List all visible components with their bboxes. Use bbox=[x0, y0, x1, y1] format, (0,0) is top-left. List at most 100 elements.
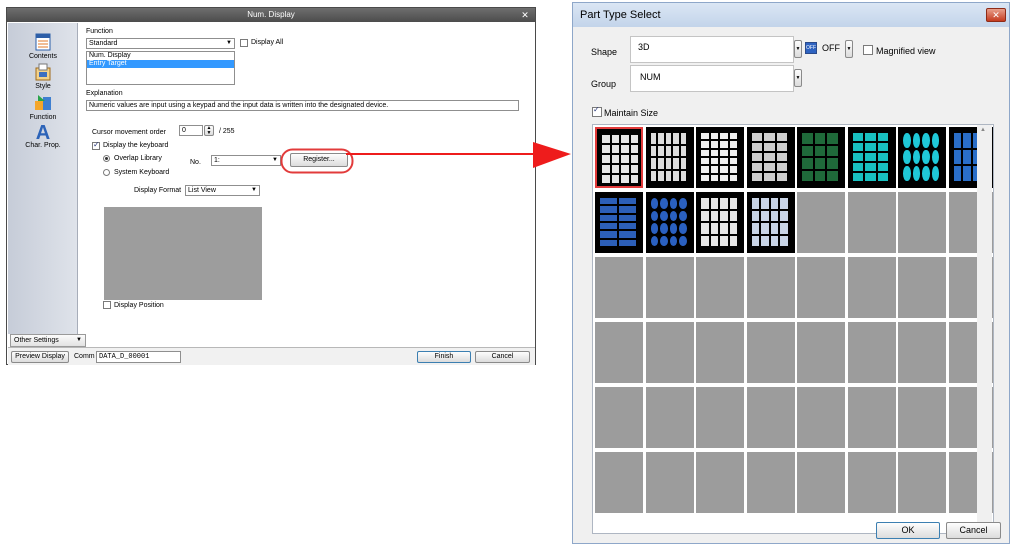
empty-slot[interactable] bbox=[797, 452, 845, 513]
keypad-key-preview bbox=[673, 158, 679, 169]
empty-slot[interactable] bbox=[847, 322, 896, 383]
overlap-library-label: Overlap Library bbox=[114, 155, 162, 162]
display-all-checkbox[interactable] bbox=[240, 39, 248, 47]
part-thumbnail[interactable] bbox=[696, 192, 744, 253]
cancel-button[interactable]: Cancel bbox=[946, 522, 1001, 539]
empty-slot[interactable] bbox=[696, 452, 744, 513]
part-type-select-dialog: Part Type Select ✕ Shape 3D ▼ OFF OFF ▼ … bbox=[572, 2, 1010, 544]
empty-slot[interactable] bbox=[797, 257, 845, 318]
part-thumbnail[interactable] bbox=[645, 127, 694, 188]
keypad-key-preview bbox=[764, 133, 775, 141]
empty-slot[interactable] bbox=[746, 257, 795, 318]
cancel-button[interactable]: Cancel bbox=[475, 351, 530, 363]
keypad-key-preview bbox=[827, 170, 838, 181]
list-item-selected[interactable]: Entry Target bbox=[87, 60, 234, 68]
off-state-dropdown-button[interactable]: ▼ bbox=[845, 40, 853, 58]
keypad-key-preview bbox=[877, 173, 889, 181]
empty-slot[interactable] bbox=[746, 387, 795, 448]
empty-slot[interactable] bbox=[595, 452, 643, 513]
empty-slot[interactable] bbox=[797, 322, 845, 383]
sidebar-item-label: Contents bbox=[28, 53, 58, 60]
magnified-view-checkbox[interactable] bbox=[863, 45, 873, 55]
ok-button[interactable]: OK bbox=[876, 522, 940, 539]
keypad-key-preview bbox=[764, 143, 775, 151]
keypad-key-preview bbox=[814, 170, 826, 181]
display-position-checkbox[interactable] bbox=[103, 301, 111, 309]
cursor-order-input[interactable]: 0 bbox=[179, 125, 203, 136]
empty-slot[interactable] bbox=[696, 322, 744, 383]
function-select[interactable]: Standard ▼ bbox=[86, 38, 235, 49]
empty-slot[interactable] bbox=[595, 387, 643, 448]
empty-slot[interactable] bbox=[847, 387, 896, 448]
empty-slot[interactable] bbox=[746, 452, 795, 513]
library-number-select[interactable]: 1: ▼ bbox=[211, 155, 281, 166]
function-list[interactable]: Num. Display Entry Target bbox=[86, 51, 235, 85]
keypad-key-preview bbox=[665, 158, 672, 169]
other-settings-label: Other Settings bbox=[14, 337, 59, 344]
empty-slot[interactable] bbox=[898, 387, 946, 448]
part-thumbnail[interactable] bbox=[746, 127, 795, 188]
comm-field[interactable]: DATA_D_00001 bbox=[96, 351, 181, 363]
part-thumbnail[interactable] bbox=[595, 127, 643, 188]
maintain-size-checkbox[interactable] bbox=[592, 105, 602, 117]
empty-slot[interactable] bbox=[696, 257, 744, 318]
empty-slot[interactable] bbox=[847, 192, 896, 253]
close-icon[interactable]: ✕ bbox=[986, 8, 1006, 22]
empty-slot[interactable] bbox=[696, 387, 744, 448]
dialog-footer: Preview Display Comm DATA_D_00001 Finish… bbox=[8, 347, 535, 365]
part-thumbnail[interactable] bbox=[898, 127, 946, 188]
overlap-library-radio[interactable] bbox=[103, 155, 110, 162]
part-thumbnail[interactable] bbox=[847, 127, 896, 188]
part-thumbnail[interactable] bbox=[645, 192, 694, 253]
part-thumbnail[interactable] bbox=[696, 127, 744, 188]
chevron-down-icon: ▼ bbox=[251, 187, 257, 193]
empty-slot[interactable] bbox=[645, 452, 694, 513]
empty-slot[interactable] bbox=[847, 452, 896, 513]
finish-button[interactable]: Finish bbox=[417, 351, 471, 363]
empty-slot[interactable] bbox=[595, 257, 643, 318]
keypad-key-preview bbox=[780, 198, 788, 209]
part-thumbnail[interactable] bbox=[595, 192, 643, 253]
empty-slot[interactable] bbox=[898, 257, 946, 318]
scroll-up-icon[interactable]: ▲ bbox=[980, 127, 986, 133]
empty-slot[interactable] bbox=[645, 387, 694, 448]
other-settings-button[interactable]: Other Settings ▼ bbox=[10, 334, 86, 347]
keypad-key-preview bbox=[630, 165, 638, 173]
empty-slot[interactable] bbox=[898, 452, 946, 513]
close-icon[interactable]: ✕ bbox=[519, 8, 531, 22]
shape-select[interactable]: 3D bbox=[630, 36, 794, 63]
part-thumbnail[interactable] bbox=[797, 127, 845, 188]
empty-slot[interactable] bbox=[898, 322, 946, 383]
empty-slot[interactable] bbox=[797, 387, 845, 448]
empty-slot[interactable] bbox=[847, 257, 896, 318]
part-thumbnail[interactable] bbox=[746, 192, 795, 253]
sidebar-item-char-prop[interactable]: A Char. Prop. bbox=[8, 121, 78, 149]
sidebar-item-style[interactable]: Style bbox=[8, 62, 78, 90]
comm-label: Comm bbox=[74, 353, 95, 360]
shape-dropdown-button[interactable]: ▼ bbox=[794, 40, 802, 58]
keypad-key-preview bbox=[729, 223, 737, 234]
keypad-key-preview bbox=[953, 166, 961, 181]
sidebar-item-label: Char. Prop. bbox=[25, 142, 61, 149]
system-keyboard-radio[interactable] bbox=[103, 169, 110, 176]
empty-slot[interactable] bbox=[797, 192, 845, 253]
grid-scrollbar[interactable]: ▲ ▼ bbox=[977, 125, 992, 533]
keypad-key-preview bbox=[710, 210, 718, 221]
empty-slot[interactable] bbox=[645, 257, 694, 318]
display-format-select[interactable]: List View ▼ bbox=[185, 185, 260, 196]
keypad-key-preview bbox=[650, 133, 657, 144]
group-select[interactable]: NUM bbox=[630, 65, 794, 92]
empty-slot[interactable] bbox=[645, 322, 694, 383]
preview-display-button[interactable]: Preview Display bbox=[11, 351, 69, 363]
empty-slot[interactable] bbox=[898, 192, 946, 253]
keypad-key-preview bbox=[650, 158, 657, 169]
group-dropdown-button[interactable]: ▼ bbox=[794, 69, 802, 87]
empty-slot[interactable] bbox=[746, 322, 795, 383]
sidebar-item-function[interactable]: Function bbox=[8, 93, 78, 121]
cursor-order-stepper[interactable]: ▲ ▼ bbox=[204, 125, 214, 136]
keypad-key-preview bbox=[650, 235, 658, 246]
sidebar-item-contents[interactable]: Contents bbox=[8, 32, 78, 60]
list-item[interactable]: Num. Display bbox=[87, 52, 234, 60]
display-keyboard-checkbox[interactable] bbox=[92, 140, 100, 150]
empty-slot[interactable] bbox=[595, 322, 643, 383]
